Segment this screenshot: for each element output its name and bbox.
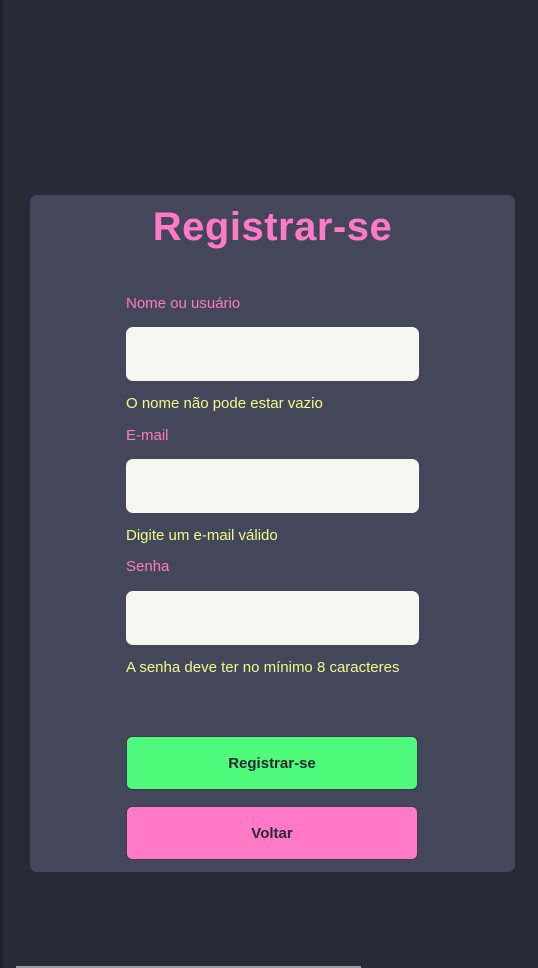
register-button[interactable]: Registrar-se: [126, 736, 418, 790]
window-left-edge: [0, 0, 3, 968]
username-input[interactable]: [126, 327, 419, 381]
back-button[interactable]: Voltar: [126, 806, 418, 860]
password-hint: A senha deve ter no mínimo 8 caracteres: [126, 659, 400, 676]
email-hint: Digite um e-mail válido: [126, 527, 278, 544]
password-input[interactable]: [126, 591, 419, 645]
username-hint: O nome não pode estar vazio: [126, 395, 323, 412]
email-input[interactable]: [126, 459, 419, 513]
username-label: Nome ou usuário: [126, 295, 241, 312]
email-label: E-mail: [126, 427, 169, 444]
register-card: Registrar-se Nome ou usuário O nome não …: [30, 195, 515, 872]
page-title: Registrar-se: [152, 205, 393, 249]
password-label: Senha: [126, 558, 170, 575]
